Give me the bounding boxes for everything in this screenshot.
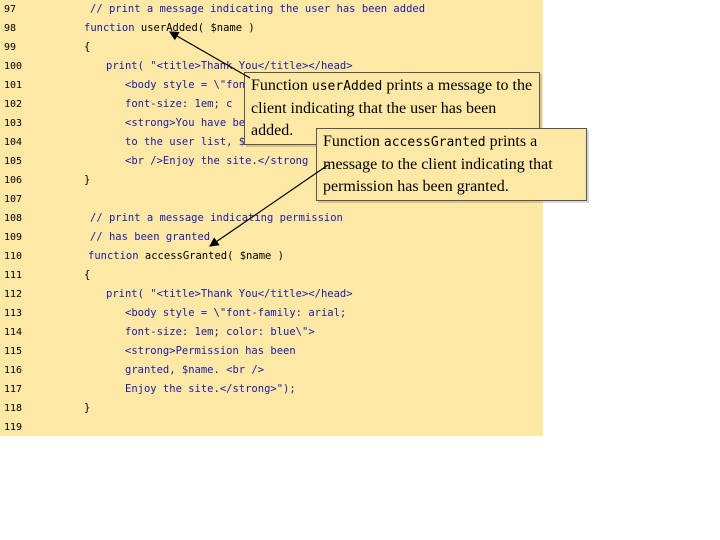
code-token: granted, $name. <br /> <box>125 364 265 376</box>
line-number: 116 <box>4 365 23 376</box>
code-listing-panel: 97 // print a message indicating the user… <box>0 0 543 436</box>
code-token: font-size: 1em; c <box>125 98 233 110</box>
code-token: function <box>88 250 145 262</box>
code-token: // print a message indicating the user h… <box>90 3 426 15</box>
code-text: // has been granted <box>90 228 210 247</box>
line-number: 108 <box>4 213 23 224</box>
line-number: 115 <box>4 346 23 357</box>
code-token: "<title>Thank You</title></head> <box>150 288 353 300</box>
code-line: 108 // print a message indicating permiss… <box>0 209 543 228</box>
code-token: function <box>84 22 141 34</box>
callout-prefix: Function <box>323 133 384 150</box>
code-text: font-size: 1em; c <box>125 95 232 114</box>
code-token: print( <box>106 288 151 300</box>
code-line: 115 <strong>Permission has been <box>0 342 543 361</box>
code-text: <br />Enjoy the site.</strong <box>125 152 308 171</box>
code-text: <strong>Permission has been <box>125 342 296 361</box>
code-text: Enjoy the site.</strong>"); <box>125 380 296 399</box>
line-number: 117 <box>4 384 23 395</box>
code-line: 97 // print a message indicating the user… <box>0 0 543 19</box>
line-number: 106 <box>4 175 23 186</box>
code-line: 119 <box>0 418 543 437</box>
code-text: function accessGranted( $name ) <box>88 247 284 266</box>
line-number: 119 <box>4 422 23 433</box>
code-token: "<title>Thank You</title></head> <box>150 60 353 72</box>
code-text: } <box>84 171 90 190</box>
code-line: 109 // has been granted <box>0 228 543 247</box>
line-number: 114 <box>4 327 23 338</box>
line-number: 112 <box>4 289 23 300</box>
callout-function-name: userAdded <box>311 79 383 94</box>
callout-access-granted: Function accessGranted prints a message … <box>316 128 587 201</box>
code-token: { <box>84 269 91 281</box>
code-token: Enjoy the site.</strong>"); <box>125 383 296 395</box>
code-text: <body style = \"font <box>125 76 251 95</box>
code-text: print( "<title>Thank You</title></head> <box>106 285 353 304</box>
code-line: 98 function userAdded( $name ) <box>0 19 543 38</box>
line-number: 102 <box>4 99 23 110</box>
code-text: <body style = \"font-family: arial; <box>125 304 346 323</box>
code-token: font-size: 1em; color: blue\"> <box>125 326 315 338</box>
code-text: // print a message indicating the user h… <box>90 0 425 19</box>
code-text: { <box>84 38 90 57</box>
code-line: 117 Enjoy the site.</strong>"); <box>0 380 543 399</box>
code-token: <strong>Permission has been <box>125 345 296 357</box>
code-token: userAdded( $name ) <box>140 22 255 34</box>
code-line: 118} <box>0 399 543 418</box>
line-number: 105 <box>4 156 23 167</box>
code-token: // has been granted <box>90 231 211 243</box>
code-token: } <box>84 174 91 186</box>
code-line: 110 function accessGranted( $name ) <box>0 247 543 266</box>
code-text: } <box>84 399 90 418</box>
code-text: granted, $name. <br /> <box>125 361 264 380</box>
code-line: 112 print( "<title>Thank You</title></hea… <box>0 285 543 304</box>
callout-function-name: accessGranted <box>383 135 486 150</box>
code-line: 111 { <box>0 266 543 285</box>
code-line: 99 { <box>0 38 543 57</box>
code-token: <body style = \"font-family: arial; <box>125 307 347 319</box>
line-number: 104 <box>4 137 23 148</box>
line-number: 103 <box>4 118 23 129</box>
line-number: 111 <box>4 270 23 281</box>
code-token: accessGranted( $name ) <box>144 250 284 262</box>
line-number: 100 <box>4 61 23 72</box>
code-token: <body style = \"font <box>125 79 252 91</box>
code-text: { <box>84 266 90 285</box>
code-token: // print a message indicating permission <box>90 212 343 224</box>
line-number: 101 <box>4 80 23 91</box>
code-line: 114 font-size: 1em; color: blue\"> <box>0 323 543 342</box>
callout-prefix: Function <box>251 77 312 94</box>
code-token: { <box>84 41 91 53</box>
code-text: function userAdded( $name ) <box>84 19 255 38</box>
code-text: font-size: 1em; color: blue\"> <box>125 323 315 342</box>
line-number: 109 <box>4 232 23 243</box>
code-line: 113 <body style = \"font-family: arial; <box>0 304 543 323</box>
line-number: 107 <box>4 194 23 205</box>
line-number: 97 <box>4 4 17 15</box>
line-number: 98 <box>4 23 17 34</box>
line-number: 99 <box>4 42 17 53</box>
code-token: <br />Enjoy the site.</strong <box>125 155 309 167</box>
code-line: 116 granted, $name. <br /> <box>0 361 543 380</box>
code-text: // print a message indicating permission <box>90 209 343 228</box>
line-number: 110 <box>4 251 23 262</box>
code-token: } <box>84 402 91 414</box>
code-token: print( <box>106 60 151 72</box>
line-number: 118 <box>4 403 23 414</box>
line-number: 113 <box>4 308 23 319</box>
